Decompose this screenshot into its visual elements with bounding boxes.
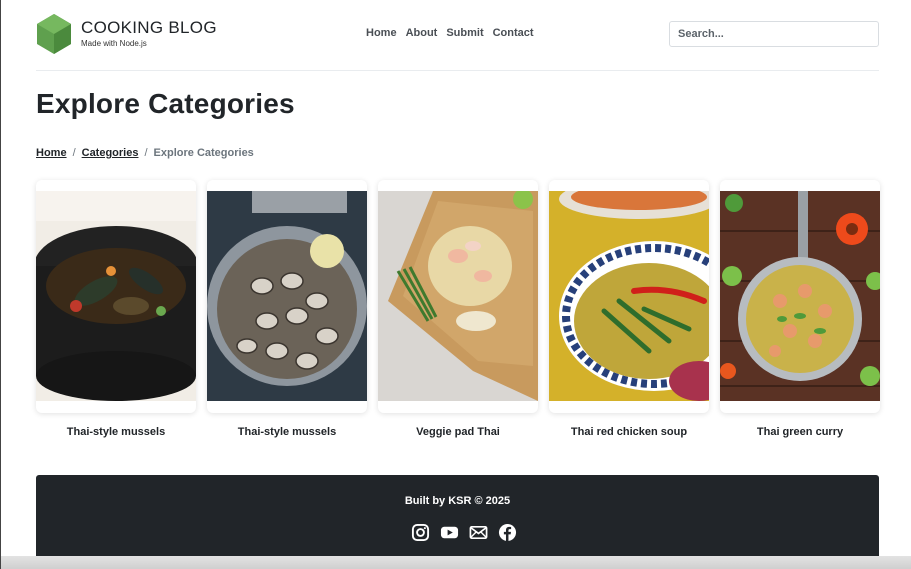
category-name[interactable]: Veggie pad Thai [378,426,538,438]
breadcrumb-categories[interactable]: Categories [82,147,139,159]
category-name[interactable]: Thai green curry [720,426,880,438]
breadcrumb: Home / Categories / Explore Categories [36,147,254,159]
breadcrumb-current: Explore Categories [153,147,254,159]
site-header: COOKING BLOG Made with Node.js Home Abou… [36,12,879,58]
category-image-pad-thai[interactable] [378,191,538,401]
brand-subtitle: Made with Node.js [81,39,147,48]
youtube-icon[interactable] [440,523,459,542]
category-image-clams[interactable] [207,191,367,401]
category-card[interactable]: Thai red chicken soup [549,180,709,442]
mail-icon[interactable] [469,523,488,542]
main-nav: Home About Submit Contact [366,27,534,39]
nav-home[interactable]: Home [366,27,397,39]
search-input[interactable] [669,21,879,47]
category-card[interactable]: Thai-style mussels [36,180,196,442]
facebook-icon[interactable] [498,523,517,542]
category-name[interactable]: Thai red chicken soup [549,426,709,438]
header-divider [36,70,879,71]
nav-submit[interactable]: Submit [446,27,483,39]
category-image-mussels[interactable] [36,191,196,401]
social-links [411,523,517,542]
brand-title: COOKING BLOG [81,18,217,37]
nav-about[interactable]: About [406,27,438,39]
nav-contact[interactable]: Contact [493,27,534,39]
site-footer: Built by KSR © 2025 [36,475,879,569]
category-name[interactable]: Thai-style mussels [207,426,367,438]
category-card[interactable]: Veggie pad Thai [378,180,538,442]
category-name[interactable]: Thai-style mussels [36,426,196,438]
category-image-green-curry[interactable] [720,191,880,401]
instagram-icon[interactable] [411,523,430,542]
page-title: Explore Categories [36,88,295,119]
green-hexagon-icon[interactable] [36,13,72,55]
category-image-red-soup[interactable] [549,191,709,401]
breadcrumb-separator: / [72,147,76,159]
category-grid: Thai-style mussels Thai-style mussels Ve… [36,180,880,442]
category-card[interactable]: Thai green curry [720,180,880,442]
horizontal-scrollbar[interactable] [1,556,911,569]
category-card[interactable]: Thai-style mussels [207,180,367,442]
breadcrumb-separator: / [144,147,148,159]
footer-credit: Built by KSR © 2025 [404,495,511,507]
breadcrumb-home[interactable]: Home [36,147,67,159]
brand[interactable]: COOKING BLOG Made with Node.js [81,18,217,49]
